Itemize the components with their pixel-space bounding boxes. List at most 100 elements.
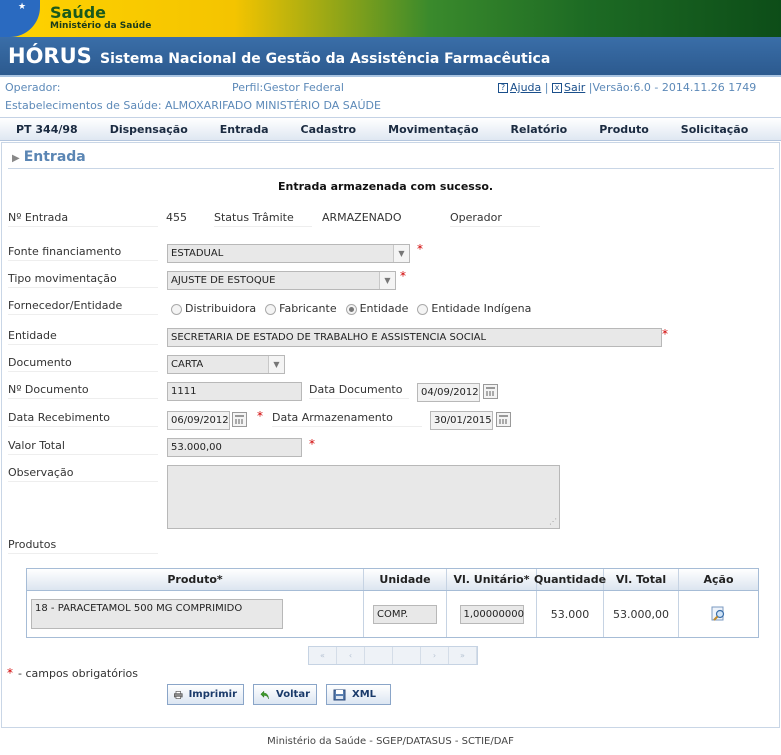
- pager-page[interactable]: [393, 647, 421, 664]
- col-vl-unitario: Vl. Unitário*: [447, 569, 537, 590]
- required-mark: *: [7, 666, 13, 680]
- pager-page[interactable]: [365, 647, 393, 664]
- version-info: |Versão:6.0 - 2014.11.26 1749: [588, 81, 757, 94]
- banner-brand: Saúde: [50, 3, 107, 22]
- fonte-select[interactable]: ESTADUAL ▼: [167, 244, 410, 263]
- required-note: - campos obrigatórios: [18, 667, 139, 680]
- section-divider: [8, 168, 774, 169]
- required-mark: *: [257, 409, 263, 423]
- required-mark: *: [662, 327, 668, 341]
- fornecedor-label: Fornecedor/Entidade: [8, 299, 158, 315]
- entidade-label: Entidade: [8, 329, 158, 345]
- menu-item-entrada[interactable]: Entrada: [204, 123, 285, 136]
- exit-icon: x: [551, 83, 562, 93]
- app-name: HÓRUS: [8, 44, 92, 68]
- pager-first[interactable]: «: [309, 647, 337, 664]
- observacao-label: Observação: [8, 466, 158, 482]
- n-documento-field[interactable]: 1111: [167, 382, 302, 401]
- entidade-field[interactable]: SECRETARIA DE ESTADO DE TRABALHO E ASSIS…: [167, 328, 662, 347]
- n-entrada-label: Nº Entrada: [8, 211, 158, 227]
- menu-item-pt344[interactable]: PT 344/98: [0, 123, 94, 136]
- menu-item-urm[interactable]: URM: [764, 123, 781, 136]
- logout-link[interactable]: Sair: [564, 81, 585, 94]
- radio-entidade[interactable]: Entidade: [345, 302, 408, 315]
- tipo-label: Tipo movimentação: [8, 272, 158, 288]
- table-pager: « ‹ › »: [308, 646, 478, 665]
- data-documento-field[interactable]: 04/09/2012: [417, 383, 480, 402]
- page-footer: Ministério da Saúde - SGEP/DATASUS - SCT…: [267, 736, 514, 747]
- main-menu: PT 344/98 Dispensação Entrada Cadastro M…: [0, 117, 781, 141]
- n-entrada-value: 455: [166, 211, 187, 224]
- print-button[interactable]: Imprimir: [167, 684, 244, 705]
- menu-item-produto[interactable]: Produto: [583, 123, 665, 136]
- unidade-field[interactable]: COMP.: [373, 604, 437, 624]
- produtos-label: Produtos: [8, 538, 158, 554]
- n-documento-label: Nº Documento: [8, 383, 158, 399]
- xml-button[interactable]: XML: [326, 684, 391, 705]
- resize-grip-icon[interactable]: ⋰: [549, 517, 557, 526]
- operador-label: Operador: [450, 211, 540, 227]
- menu-item-movimentacao[interactable]: Movimentação: [372, 123, 494, 136]
- col-produto: Produto*: [27, 569, 364, 590]
- entrada-panel: ▶ Entrada Entrada armazenada com sucesso.…: [1, 142, 780, 728]
- calendar-icon[interactable]: [496, 412, 511, 427]
- help-link[interactable]: Ajuda: [510, 81, 541, 94]
- menu-item-solicitacao[interactable]: Solicitação: [665, 123, 765, 136]
- radio-distribuidora[interactable]: Distribuidora: [171, 302, 256, 315]
- success-message: Entrada armazenada com sucesso.: [274, 179, 498, 194]
- back-arrow-icon: [260, 690, 269, 699]
- documento-label: Documento: [8, 356, 158, 372]
- menu-item-dispensacao[interactable]: Dispensação: [94, 123, 204, 136]
- arrow-icon: ▶: [12, 153, 20, 164]
- radio-fabricante[interactable]: Fabricante: [265, 302, 337, 315]
- status-label: Status Trâmite: [214, 211, 312, 227]
- chevron-down-icon: ▼: [379, 272, 395, 289]
- operador-info: Operador:: [5, 81, 61, 94]
- help-icon: ?: [498, 83, 508, 93]
- data-recebimento-field[interactable]: 06/09/2012: [167, 411, 230, 430]
- status-value: ARMAZENADO: [322, 211, 402, 224]
- section-title: ▶ Entrada: [12, 149, 86, 165]
- required-mark: *: [309, 437, 315, 451]
- calendar-icon[interactable]: [483, 384, 498, 399]
- documento-select[interactable]: CARTA ▼: [167, 355, 285, 374]
- menu-item-relatorio[interactable]: Relatório: [495, 123, 584, 136]
- header-links: ? Ajuda | x Sair |Versão:6.0 - 2014.11.26 …: [498, 81, 756, 94]
- establishment-info: Estabelecimentos de Saúde: ALMOXARIFADO …: [5, 99, 381, 112]
- user-info-bar: Operador: Perfil:Gestor Federal ? Ajuda |…: [0, 79, 781, 117]
- back-button[interactable]: Voltar: [253, 684, 317, 705]
- vl-total-value: 53.000,00: [604, 591, 679, 637]
- printer-icon: [174, 690, 183, 699]
- pager-last[interactable]: »: [449, 647, 477, 664]
- produtos-table: Produto* Unidade Vl. Unitário* Quantidad…: [26, 568, 759, 638]
- calendar-icon[interactable]: [232, 412, 247, 427]
- tipo-select[interactable]: AJUSTE DE ESTOQUE ▼: [167, 271, 396, 290]
- required-mark: *: [417, 242, 423, 256]
- produto-field[interactable]: 18 - PARACETAMOL 500 MG COMPRIMIDO: [31, 599, 283, 629]
- table-row: 18 - PARACETAMOL 500 MG COMPRIMIDO COMP.…: [27, 591, 758, 637]
- valor-total-label: Valor Total: [8, 439, 158, 455]
- app-subtitle: Sistema Nacional de Gestão da Assistênci…: [100, 51, 551, 67]
- search-icon[interactable]: [711, 606, 727, 622]
- valor-total-field[interactable]: 53.000,00: [167, 438, 302, 457]
- menu-item-cadastro[interactable]: Cadastro: [285, 123, 373, 136]
- pager-prev[interactable]: ‹: [337, 647, 365, 664]
- col-quantidade: Quantidade: [534, 569, 606, 590]
- save-icon: [333, 689, 346, 700]
- observacao-textarea[interactable]: ⋰: [167, 465, 560, 529]
- data-recebimento-label: Data Recebimento: [8, 411, 158, 427]
- data-armazenamento-field[interactable]: 30/01/2015: [430, 411, 493, 430]
- radio-entidade-indigena[interactable]: Entidade Indígena: [417, 302, 531, 315]
- fonte-label: Fonte financiamento: [8, 245, 158, 261]
- data-armazenamento-label: Data Armazenamento: [272, 411, 422, 427]
- pager-next[interactable]: ›: [421, 647, 449, 664]
- col-vl-total: Vl. Total: [604, 569, 679, 590]
- gov-banner: ★ Saúde Ministério da Saúde: [0, 0, 781, 37]
- app-titlebar: HÓRUS Sistema Nacional de Gestão da Assi…: [0, 37, 781, 77]
- vl-unitario-field[interactable]: 1,00000000: [459, 604, 524, 624]
- perfil-info: Perfil:Gestor Federal: [232, 81, 344, 94]
- table-header: Produto* Unidade Vl. Unitário* Quantidad…: [27, 569, 758, 591]
- chevron-down-icon: ▼: [268, 356, 284, 373]
- col-unidade: Unidade: [364, 569, 447, 590]
- fornecedor-radio-group: Distribuidora Fabricante Entidade Entida…: [171, 302, 537, 315]
